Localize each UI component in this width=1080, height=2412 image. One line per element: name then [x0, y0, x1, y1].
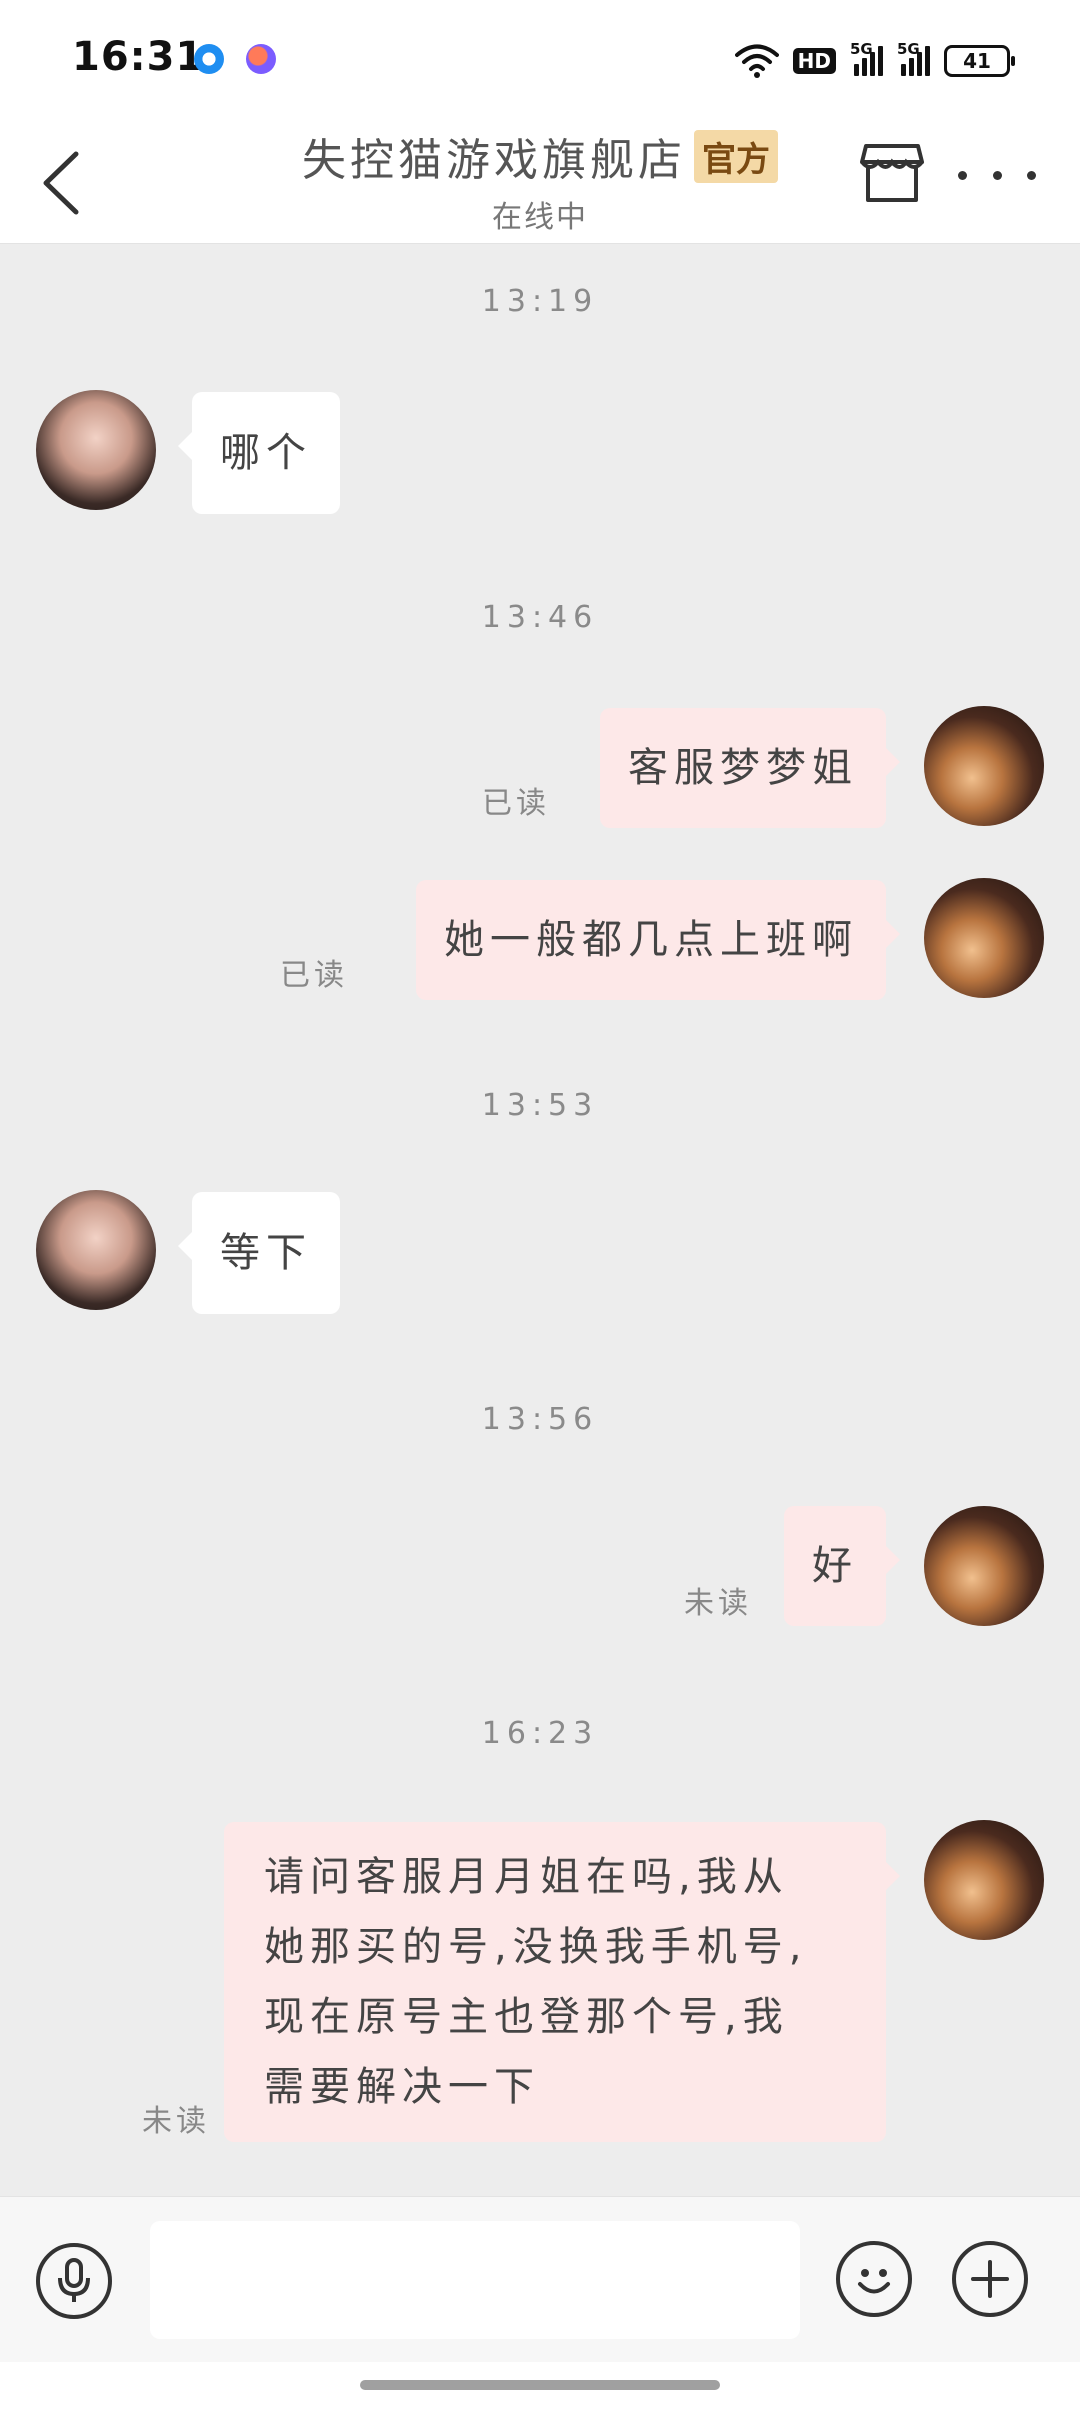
message-bubble-outgoing[interactable]: 请问客服月月姐在吗,我从 她那买的号,没换我手机号, 现在原号主也登那个号,我 … — [224, 1822, 900, 2142]
avatar[interactable] — [924, 1820, 1044, 1940]
timestamp: 13:56 — [481, 1402, 599, 1437]
shop-name[interactable]: 失控猫游戏旗舰店 — [302, 124, 686, 188]
read-status: 已读 — [280, 958, 348, 993]
signal-icon-1: 5G — [850, 40, 883, 76]
smiley-icon[interactable] — [836, 2241, 912, 2317]
message-bubble-incoming[interactable]: 等下 — [178, 1192, 340, 1314]
message-bubble-outgoing[interactable]: 客服梦梦姐 — [600, 708, 900, 828]
hd-badge: HD — [792, 48, 836, 74]
app-notification-icon — [194, 44, 224, 74]
status-time: 16:31 — [72, 34, 205, 80]
plus-icon[interactable] — [952, 2241, 1028, 2317]
input-bar — [0, 2196, 1080, 2362]
timestamp: 16:23 — [481, 1716, 599, 1751]
chat-header: 失控猫游戏旗舰店 官方 在线中 — [0, 120, 1080, 244]
message-line: 她那买的号,没换我手机号, — [264, 1924, 808, 1970]
avatar[interactable] — [924, 706, 1044, 826]
message-bubble-outgoing[interactable]: 她一般都几点上班啊 — [416, 880, 900, 1000]
home-indicator[interactable] — [360, 2380, 720, 2390]
official-badge: 官方 — [694, 129, 778, 183]
avatar[interactable] — [36, 1190, 156, 1310]
store-icon[interactable] — [858, 138, 926, 206]
message-line: 现在原号主也登那个号,我 — [264, 1994, 789, 2040]
status-bar: 16:31 HD 5G 5G 41 — [0, 0, 1080, 120]
read-status: 未读 — [684, 1586, 752, 1621]
more-options-icon[interactable] — [958, 160, 1036, 190]
message-bubble-outgoing[interactable]: 好 — [784, 1506, 900, 1626]
signal-icon-2: 5G — [897, 40, 930, 76]
timestamp: 13:53 — [481, 1088, 599, 1123]
timestamp: 13:19 — [481, 284, 599, 319]
status-indicators: HD 5G 5G 41 — [734, 38, 1015, 84]
battery-icon: 41 — [944, 45, 1015, 77]
read-status: 已读 — [482, 786, 550, 821]
message-line: 请问客服月月姐在吗,我从 — [264, 1854, 789, 1900]
app-notification-icon-2 — [246, 44, 276, 74]
avatar[interactable] — [924, 1506, 1044, 1626]
avatar[interactable] — [924, 878, 1044, 998]
microphone-icon[interactable] — [36, 2243, 112, 2319]
timestamp: 13:46 — [481, 600, 599, 635]
avatar[interactable] — [36, 390, 156, 510]
message-line: 需要解决一下 — [264, 2064, 540, 2110]
message-bubble-incoming[interactable]: 哪个 — [178, 392, 340, 514]
read-status: 未读 — [142, 2104, 210, 2139]
wifi-icon — [734, 44, 779, 78]
message-input[interactable] — [150, 2221, 800, 2339]
